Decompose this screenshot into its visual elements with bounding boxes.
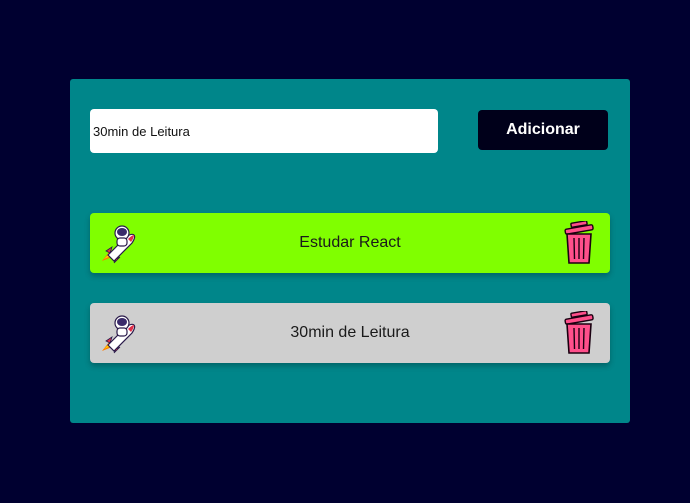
trash-icon[interactable] [562, 221, 596, 265]
rocket-icon [102, 315, 136, 354]
add-button[interactable]: Adicionar [478, 110, 608, 150]
task-input[interactable] [90, 109, 438, 153]
rocket-icon [102, 225, 136, 264]
todo-panel: Adicionar Estudar React [70, 79, 630, 423]
task-label: Estudar React [299, 234, 401, 251]
task-item: 30min de Leitura [90, 303, 610, 363]
task-label: 30min de Leitura [290, 324, 410, 341]
task-item: Estudar React [90, 213, 610, 273]
trash-icon[interactable] [562, 311, 596, 355]
